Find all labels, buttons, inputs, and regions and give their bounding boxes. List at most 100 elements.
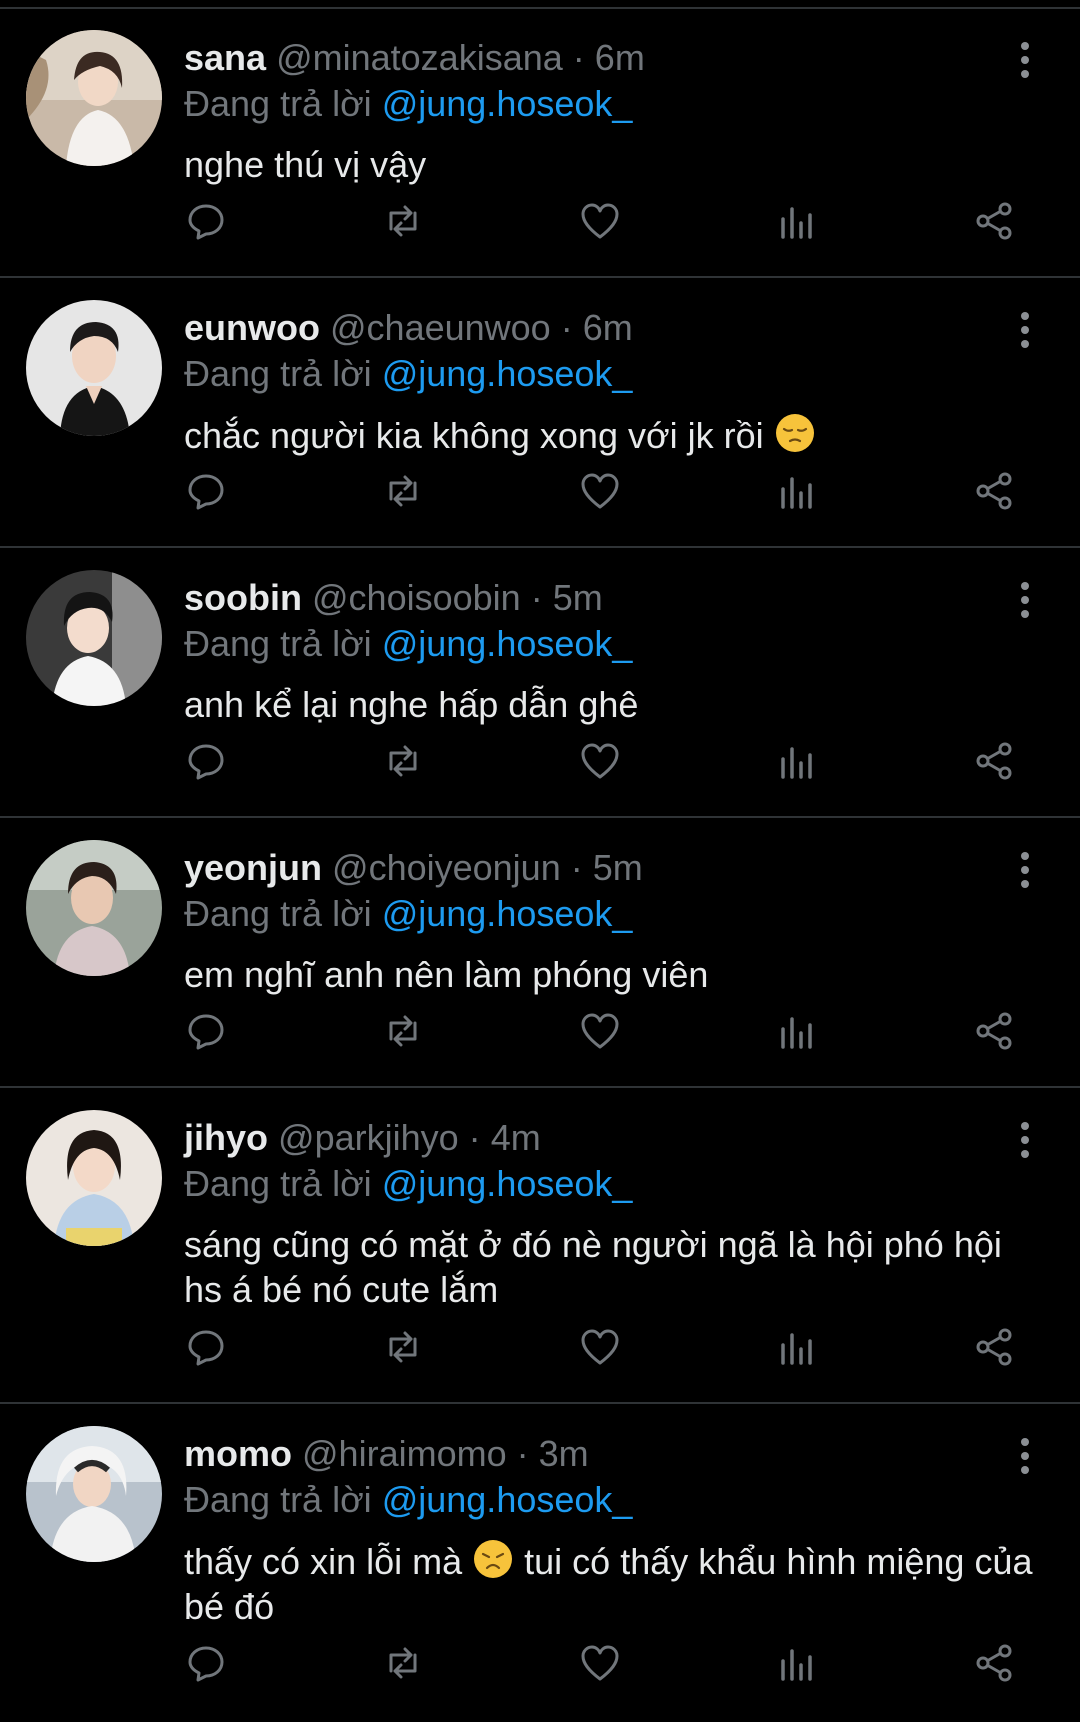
- retweet-button[interactable]: [378, 196, 428, 246]
- display-name[interactable]: momo: [184, 1433, 292, 1474]
- retweet-button[interactable]: [378, 466, 428, 516]
- tweet-item[interactable]: eunwoo @chaeunwoo · 6m Đang trả lời @jun…: [0, 276, 1080, 548]
- tweet-header: momo @hiraimomo · 3m: [184, 1432, 589, 1476]
- reply-button[interactable]: [181, 196, 231, 246]
- tweet-item[interactable]: momo @hiraimomo · 3m Đang trả lời @jung.…: [0, 1402, 1080, 1718]
- action-bar: [0, 736, 1080, 786]
- reply-button[interactable]: [181, 736, 231, 786]
- avatar[interactable]: [26, 840, 162, 976]
- retweet-button[interactable]: [378, 1638, 428, 1688]
- comment-bubble-icon: [188, 1014, 224, 1050]
- heart-icon: [581, 473, 619, 509]
- user-handle[interactable]: @minatozakisana: [276, 37, 563, 78]
- user-handle[interactable]: @choiyeonjun: [332, 847, 561, 888]
- reply-context: Đang trả lời @jung.hoseok_: [184, 82, 632, 126]
- tweet-text: thấy có xin lỗi mà tui có thấy khẩu hình…: [184, 1538, 1044, 1629]
- views-button[interactable]: [772, 196, 822, 246]
- user-handle[interactable]: @parkjihyo: [278, 1117, 459, 1158]
- reply-context: Đang trả lời @jung.hoseok_: [184, 892, 632, 936]
- retweet-button[interactable]: [378, 1322, 428, 1372]
- more-options-button[interactable]: [1010, 850, 1040, 890]
- display-name[interactable]: jihyo: [184, 1117, 268, 1158]
- bar-chart-icon: [781, 477, 812, 509]
- avatar[interactable]: [26, 300, 162, 436]
- share-button[interactable]: [969, 1006, 1019, 1056]
- like-button[interactable]: [575, 1322, 625, 1372]
- mention-link[interactable]: @jung.hoseok_: [382, 83, 633, 124]
- like-button[interactable]: [575, 196, 625, 246]
- retweet-icon: [389, 1015, 417, 1047]
- action-bar: [0, 1006, 1080, 1056]
- reply-button[interactable]: [181, 1006, 231, 1056]
- tweet-item[interactable]: yeonjun @choiyeonjun · 5m Đang trả lời @…: [0, 816, 1080, 1088]
- avatar[interactable]: [26, 1426, 162, 1562]
- like-button[interactable]: [575, 1638, 625, 1688]
- share-icon: [976, 202, 1012, 240]
- mention-link[interactable]: @jung.hoseok_: [382, 1479, 633, 1520]
- views-button[interactable]: [772, 1322, 822, 1372]
- user-handle[interactable]: @chaeunwoo: [330, 307, 551, 348]
- timestamp[interactable]: 5m: [593, 847, 643, 888]
- views-button[interactable]: [772, 736, 822, 786]
- heart-icon: [581, 203, 619, 239]
- more-options-button[interactable]: [1010, 1436, 1040, 1476]
- share-button[interactable]: [969, 466, 1019, 516]
- comment-bubble-icon: [188, 204, 224, 240]
- avatar[interactable]: [26, 1110, 162, 1246]
- disappointed-face-emoji-icon: [474, 1540, 513, 1578]
- avatar[interactable]: [26, 570, 162, 706]
- tweet-item[interactable]: soobin @choisoobin · 5m Đang trả lời @ju…: [0, 546, 1080, 818]
- more-options-button[interactable]: [1010, 580, 1040, 620]
- share-button[interactable]: [969, 1322, 1019, 1372]
- tweet-item[interactable]: sana @minatozakisana · 6m Đang trả lời @…: [0, 6, 1080, 278]
- display-name[interactable]: yeonjun: [184, 847, 322, 888]
- mention-link[interactable]: @jung.hoseok_: [382, 353, 633, 394]
- views-button[interactable]: [772, 1638, 822, 1688]
- share-button[interactable]: [969, 1638, 1019, 1688]
- avatar[interactable]: [26, 30, 162, 166]
- display-name[interactable]: sana: [184, 37, 266, 78]
- more-options-button[interactable]: [1010, 1120, 1040, 1160]
- more-options-button[interactable]: [1010, 310, 1040, 350]
- reply-button[interactable]: [181, 466, 231, 516]
- tweet-header: soobin @choisoobin · 5m: [184, 576, 603, 620]
- reply-button[interactable]: [181, 1322, 231, 1372]
- separator-dot: ·: [468, 1117, 481, 1158]
- share-button[interactable]: [969, 196, 1019, 246]
- share-icon: [976, 472, 1012, 510]
- like-button[interactable]: [575, 466, 625, 516]
- timestamp[interactable]: 5m: [553, 577, 603, 618]
- share-icon: [976, 1012, 1012, 1050]
- like-button[interactable]: [575, 1006, 625, 1056]
- timestamp[interactable]: 3m: [539, 1433, 589, 1474]
- tweet-item[interactable]: jihyo @parkjihyo · 4m Đang trả lời @jung…: [0, 1086, 1080, 1404]
- timestamp[interactable]: 6m: [595, 37, 645, 78]
- action-bar: [0, 1322, 1080, 1372]
- more-options-button[interactable]: [1010, 40, 1040, 80]
- user-handle[interactable]: @hiraimomo: [302, 1433, 507, 1474]
- heart-icon: [581, 743, 619, 779]
- reply-button[interactable]: [181, 1638, 231, 1688]
- share-icon: [976, 1328, 1012, 1366]
- like-button[interactable]: [575, 736, 625, 786]
- bar-chart-icon: [781, 1017, 812, 1049]
- views-button[interactable]: [772, 1006, 822, 1056]
- views-button[interactable]: [772, 466, 822, 516]
- separator-dot: ·: [530, 577, 543, 618]
- tweet-text-part: thấy có xin lỗi mà: [184, 1541, 463, 1582]
- display-name[interactable]: eunwoo: [184, 307, 320, 348]
- separator-dot: ·: [572, 37, 585, 78]
- mention-link[interactable]: @jung.hoseok_: [382, 893, 633, 934]
- user-handle[interactable]: @choisoobin: [312, 577, 521, 618]
- timestamp[interactable]: 6m: [583, 307, 633, 348]
- timestamp[interactable]: 4m: [491, 1117, 541, 1158]
- display-name[interactable]: soobin: [184, 577, 302, 618]
- share-button[interactable]: [969, 736, 1019, 786]
- retweet-button[interactable]: [378, 1006, 428, 1056]
- retweet-button[interactable]: [378, 736, 428, 786]
- vertical-ellipsis-icon: [1021, 312, 1029, 348]
- bar-chart-icon: [781, 747, 812, 779]
- mention-link[interactable]: @jung.hoseok_: [382, 1163, 633, 1204]
- mention-link[interactable]: @jung.hoseok_: [382, 623, 633, 664]
- reply-prefix: Đang trả lời: [184, 83, 372, 124]
